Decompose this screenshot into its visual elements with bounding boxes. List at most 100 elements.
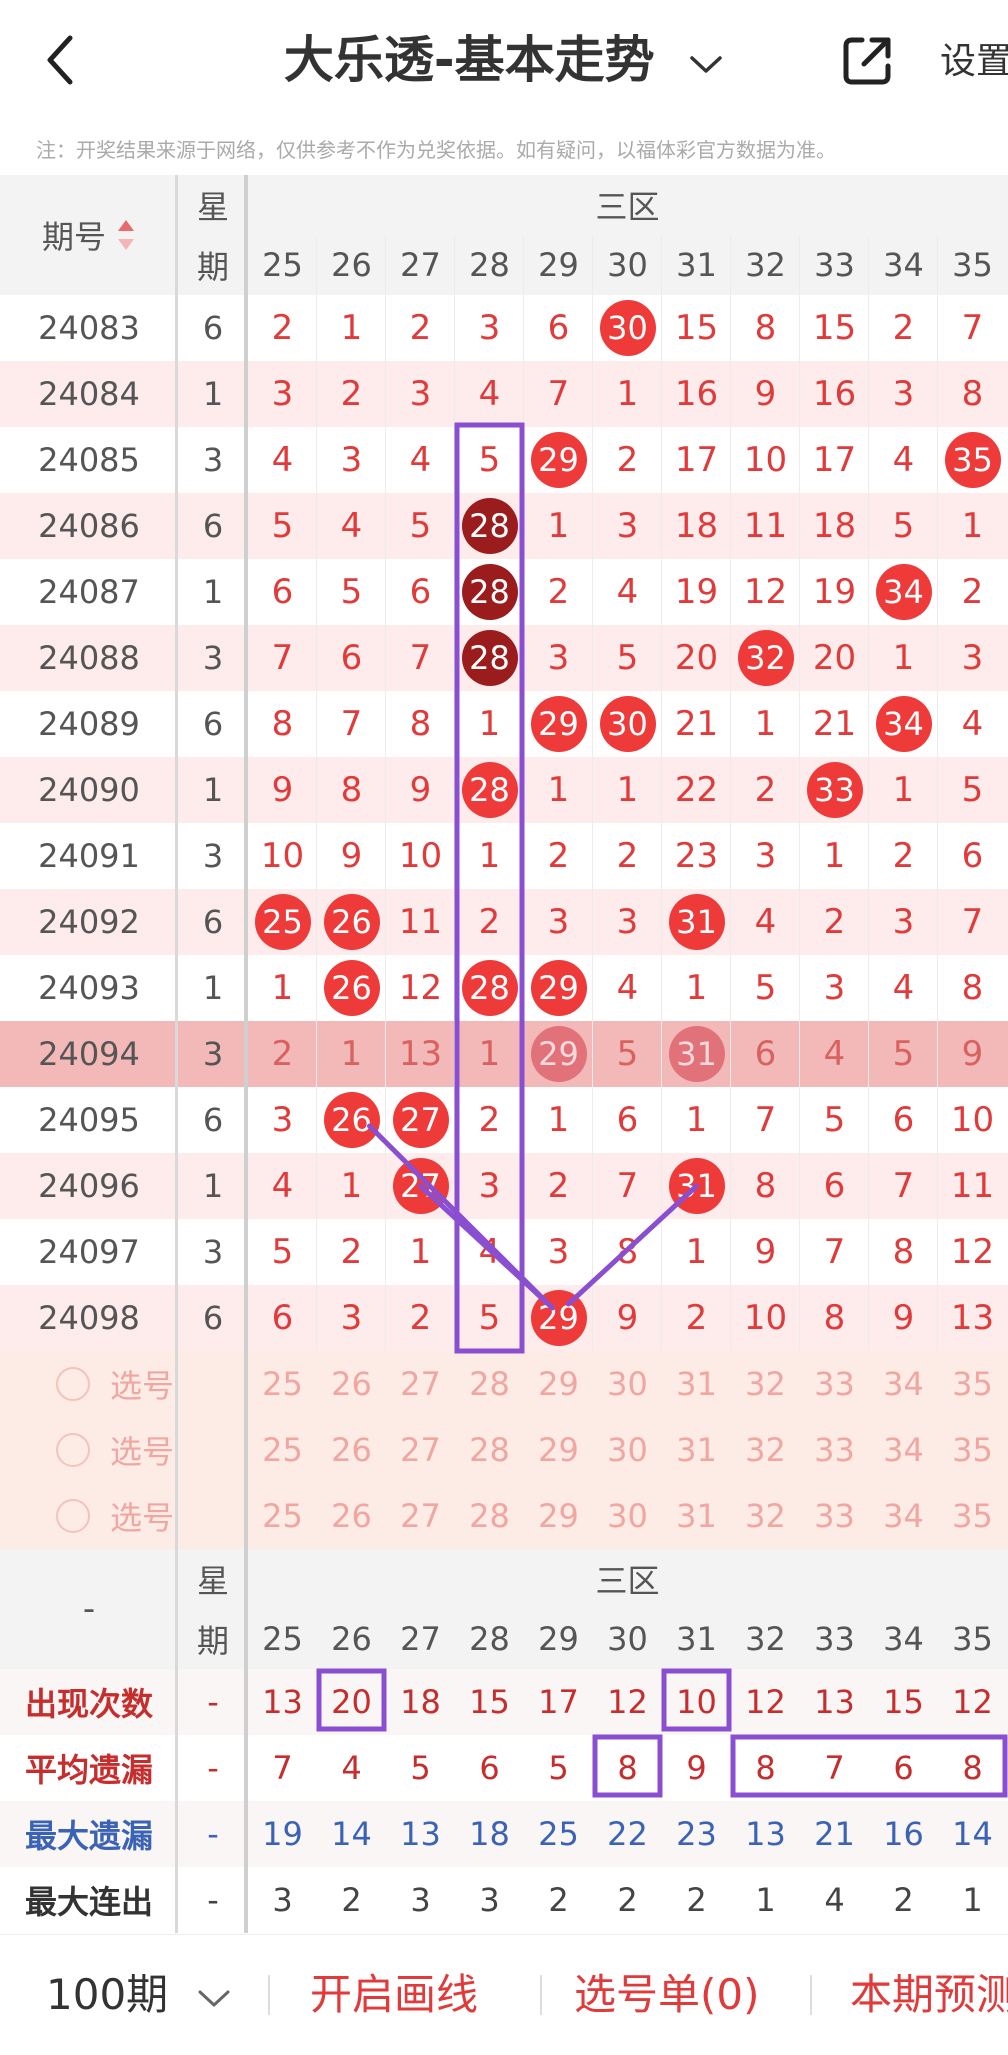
- miss-count[interactable]: 9: [317, 823, 386, 889]
- pick-number[interactable]: 33: [800, 1483, 869, 1549]
- miss-count[interactable]: 2: [938, 559, 1007, 625]
- miss-count[interactable]: 5: [869, 493, 938, 559]
- number-cell[interactable]: 30: [593, 691, 662, 757]
- miss-count[interactable]: 2: [869, 295, 938, 361]
- miss-count[interactable]: 8: [248, 691, 317, 757]
- miss-count[interactable]: 20: [662, 625, 731, 691]
- miss-count[interactable]: 9: [869, 1285, 938, 1351]
- miss-count[interactable]: 7: [731, 1087, 800, 1153]
- miss-count[interactable]: 6: [386, 559, 455, 625]
- pick-number[interactable]: 27: [386, 1417, 455, 1483]
- miss-count[interactable]: 5: [800, 1087, 869, 1153]
- miss-count[interactable]: 7: [800, 1219, 869, 1285]
- miss-count[interactable]: 7: [524, 361, 593, 427]
- number-cell[interactable]: 26: [317, 889, 386, 955]
- number-cell[interactable]: 31: [662, 889, 731, 955]
- miss-count[interactable]: 4: [317, 493, 386, 559]
- miss-count[interactable]: 4: [593, 559, 662, 625]
- pick-number[interactable]: 27: [386, 1351, 455, 1417]
- miss-count[interactable]: 18: [662, 493, 731, 559]
- miss-count[interactable]: 7: [386, 625, 455, 691]
- miss-count[interactable]: 3: [524, 1219, 593, 1285]
- miss-count[interactable]: 7: [938, 295, 1007, 361]
- miss-count[interactable]: 10: [248, 823, 317, 889]
- miss-count[interactable]: 18: [800, 493, 869, 559]
- miss-count[interactable]: 8: [593, 1219, 662, 1285]
- miss-count[interactable]: 2: [317, 1219, 386, 1285]
- miss-count[interactable]: 10: [731, 1285, 800, 1351]
- miss-count[interactable]: 2: [662, 1285, 731, 1351]
- number-cell[interactable]: 29: [524, 691, 593, 757]
- number-cell[interactable]: 30: [593, 295, 662, 361]
- miss-count[interactable]: 13: [386, 1021, 455, 1087]
- miss-count[interactable]: 1: [662, 955, 731, 1021]
- miss-count[interactable]: 6: [524, 295, 593, 361]
- miss-count[interactable]: 3: [938, 625, 1007, 691]
- miss-count[interactable]: 8: [938, 361, 1007, 427]
- number-cell[interactable]: 34: [869, 691, 938, 757]
- miss-count[interactable]: 5: [317, 559, 386, 625]
- number-cell[interactable]: 26: [317, 1087, 386, 1153]
- number-cell[interactable]: 29: [524, 427, 593, 493]
- miss-count[interactable]: 3: [869, 889, 938, 955]
- pick-number[interactable]: 30: [593, 1351, 662, 1417]
- pick-number[interactable]: 34: [869, 1483, 938, 1549]
- miss-count[interactable]: 16: [662, 361, 731, 427]
- miss-count[interactable]: 21: [662, 691, 731, 757]
- miss-count[interactable]: 8: [731, 295, 800, 361]
- miss-count[interactable]: 11: [386, 889, 455, 955]
- pick-number[interactable]: 26: [317, 1483, 386, 1549]
- pick-number[interactable]: 30: [593, 1417, 662, 1483]
- miss-count[interactable]: 3: [455, 1153, 524, 1219]
- miss-count[interactable]: 7: [593, 1153, 662, 1219]
- number-cell[interactable]: 33: [800, 757, 869, 823]
- miss-count[interactable]: 4: [869, 427, 938, 493]
- pick-number[interactable]: 32: [731, 1483, 800, 1549]
- pick-number[interactable]: 25: [248, 1351, 317, 1417]
- miss-count[interactable]: 1: [800, 823, 869, 889]
- miss-count[interactable]: 1: [317, 295, 386, 361]
- pick-number[interactable]: 35: [938, 1417, 1007, 1483]
- miss-count[interactable]: 6: [800, 1153, 869, 1219]
- miss-count[interactable]: 19: [800, 559, 869, 625]
- miss-count[interactable]: 1: [869, 757, 938, 823]
- pick-number[interactable]: 32: [731, 1417, 800, 1483]
- miss-count[interactable]: 9: [938, 1021, 1007, 1087]
- period-count-select[interactable]: 100期: [46, 1935, 232, 2055]
- miss-count[interactable]: 3: [317, 1285, 386, 1351]
- miss-count[interactable]: 3: [593, 889, 662, 955]
- miss-count[interactable]: 12: [731, 559, 800, 625]
- miss-count[interactable]: 2: [524, 1153, 593, 1219]
- miss-count[interactable]: 2: [455, 889, 524, 955]
- miss-count[interactable]: 13: [938, 1285, 1007, 1351]
- pick-number[interactable]: 35: [938, 1351, 1007, 1417]
- miss-count[interactable]: 3: [386, 361, 455, 427]
- miss-count[interactable]: 7: [248, 625, 317, 691]
- miss-count[interactable]: 4: [455, 1219, 524, 1285]
- pick-number[interactable]: 33: [800, 1417, 869, 1483]
- miss-count[interactable]: 3: [455, 295, 524, 361]
- miss-count[interactable]: 2: [386, 1285, 455, 1351]
- number-cell[interactable]: 28: [455, 625, 524, 691]
- miss-count[interactable]: 1: [593, 361, 662, 427]
- miss-count[interactable]: 6: [317, 625, 386, 691]
- miss-count[interactable]: 1: [662, 1087, 731, 1153]
- pick-row-select[interactable]: 选号: [56, 1351, 248, 1417]
- number-cell[interactable]: 29: [524, 1021, 593, 1087]
- miss-count[interactable]: 21: [800, 691, 869, 757]
- miss-count[interactable]: 3: [524, 625, 593, 691]
- number-cell[interactable]: 29: [524, 955, 593, 1021]
- miss-count[interactable]: 11: [938, 1153, 1007, 1219]
- miss-count[interactable]: 6: [593, 1087, 662, 1153]
- miss-count[interactable]: 1: [317, 1153, 386, 1219]
- number-cell[interactable]: 28: [455, 757, 524, 823]
- miss-count[interactable]: 8: [938, 955, 1007, 1021]
- miss-count[interactable]: 22: [662, 757, 731, 823]
- share-icon[interactable]: [838, 32, 896, 90]
- miss-count[interactable]: 8: [386, 691, 455, 757]
- pick-number[interactable]: 26: [317, 1417, 386, 1483]
- pick-number[interactable]: 31: [662, 1351, 731, 1417]
- miss-count[interactable]: 4: [248, 1153, 317, 1219]
- pick-list-button[interactable]: 选号单(0): [574, 1935, 760, 2055]
- number-cell[interactable]: 31: [662, 1153, 731, 1219]
